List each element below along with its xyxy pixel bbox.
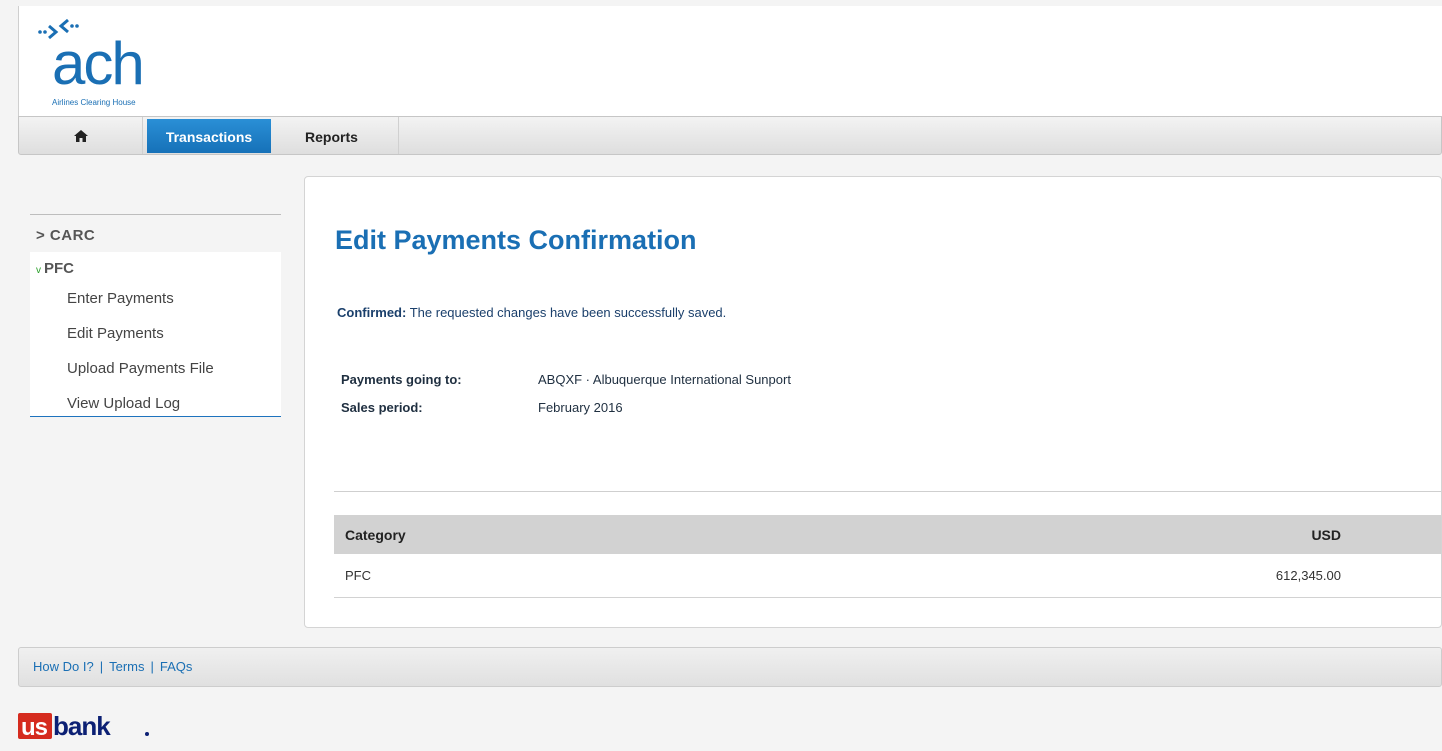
sales-period-label: Sales period: [341,400,423,415]
content-card: Edit Payments Confirmation Confirmed: Th… [304,176,1442,628]
column-header-usd: USD [1311,527,1341,543]
usbank-logo: us bank [18,709,158,746]
table-header: Category USD [334,515,1441,554]
confirmation-message: Confirmed: The requested changes have be… [337,305,726,320]
sidebar-item-upload-payments-file[interactable]: Upload Payments File [30,354,281,389]
sidebar: > CARC v PFC Enter Payments Edit Payments… [30,214,281,417]
chevron-down-icon: v [36,265,41,276]
home-icon [73,130,88,142]
usbank-us-text: us [21,714,48,741]
sales-period-row: Sales period: February 2016 [341,400,623,415]
sidebar-item-carc[interactable]: > CARC [30,215,281,252]
sidebar-item-edit-payments[interactable]: Edit Payments [30,319,281,354]
nav-home[interactable] [19,117,143,154]
footer-separator: | [150,659,154,674]
footer-link-faqs[interactable]: FAQs [160,659,193,674]
page-title: Edit Payments Confirmation [335,225,697,255]
table-cell-usd: 612,345.00 [1275,568,1341,583]
sales-period-value: February 2016 [538,400,623,415]
footer-separator: | [99,659,104,674]
column-header-category: Category [345,527,406,543]
payments-going-to-label: Payments going to: [341,372,462,387]
footer-link-terms[interactable]: Terms [109,659,144,674]
table-cell-category: PFC [345,568,371,583]
footer: How Do I? | Terms | FAQs [18,647,1442,687]
payments-going-to-row: Payments going to: ABQXF · Albuquerque In… [341,372,791,387]
usbank-bank-text: bank [53,711,111,741]
sidebar-item-enter-payments[interactable]: Enter Payments [30,284,281,319]
sidebar-item-pfc[interactable]: v PFC [30,252,281,284]
confirmation-text: The requested changes have been successf… [409,305,727,320]
section-divider [334,491,1441,492]
sidebar-item-pfc-label: PFC [44,260,74,277]
ach-logo[interactable]: ach Airlines Clearing House [30,16,180,112]
ach-logo-word: ach [52,30,145,97]
nav-transactions[interactable]: Transactions [147,119,271,153]
confirmation-label: Confirmed: [337,305,407,320]
footer-link-how-do-i[interactable]: How Do I? [33,659,94,674]
sidebar-pfc-group: v PFC Enter Payments Edit Payments Upload… [30,252,281,417]
header: ach Airlines Clearing House [18,6,1442,116]
main-nav: Transactions Reports [18,116,1442,155]
ach-logo-tagline: Airlines Clearing House [52,98,136,107]
sidebar-item-view-upload-log[interactable]: View Upload Log [30,389,281,417]
nav-reports[interactable]: Reports [275,117,399,154]
payments-going-to-value: ABQXF · Albuquerque International Sunpor… [538,372,791,387]
table-row: PFC 612,345.00 [334,554,1441,598]
